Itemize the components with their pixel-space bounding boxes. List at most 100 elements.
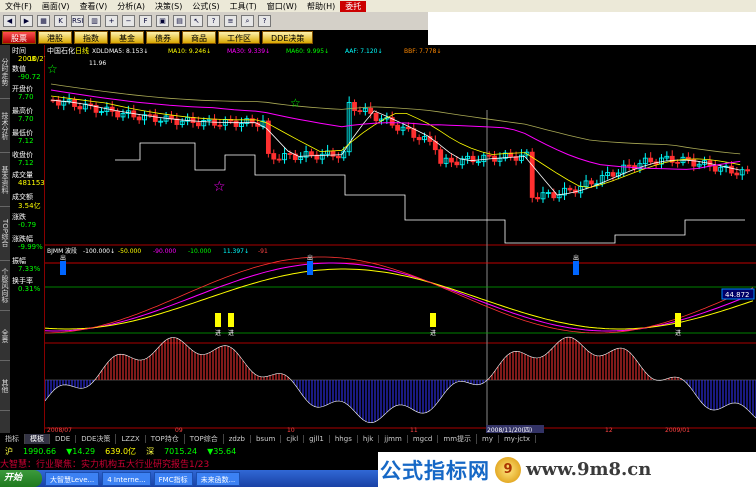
indicator-tab-8[interactable]: bsum xyxy=(251,435,282,443)
tab-2[interactable]: 指数 xyxy=(74,31,108,44)
side-tab-6[interactable]: 其他 xyxy=(0,361,10,411)
menu-item-8[interactable]: 帮助(H) xyxy=(302,1,340,12)
menu-item-0[interactable]: 文件(F) xyxy=(0,1,37,12)
menu-bar: 文件(F) 画面(V) 查看(V) 分析(A) 决策(S) 公式(S) 工具(T) 窗口(W)… xyxy=(0,0,756,12)
menu-item-3[interactable]: 分析(A) xyxy=(112,1,150,12)
info-value: 481153 xyxy=(18,179,45,187)
menu-item-6[interactable]: 工具(T) xyxy=(225,1,262,12)
indicator-tab-17[interactable]: my-jctx xyxy=(499,435,537,443)
indicator-tab-1[interactable]: 模板 xyxy=(25,434,50,444)
candle-72 xyxy=(438,146,444,167)
zoom-out-icon[interactable]: − xyxy=(122,15,135,27)
taskbar-item-0[interactable]: 大智慧Leve... xyxy=(45,471,100,486)
indicator-tab-15[interactable]: mm提示 xyxy=(438,434,478,444)
signal-label-0: 出 xyxy=(60,254,66,262)
side-tab-1[interactable]: 技术分析 xyxy=(0,99,10,153)
watermark-coin-logo: 9 xyxy=(495,456,521,483)
search-icon[interactable]: ⌕ xyxy=(241,15,254,27)
signal-label-4: 进 xyxy=(228,329,234,337)
sh-market-label: 沪 xyxy=(5,446,13,456)
indicator-tab-0[interactable]: 指标 xyxy=(0,434,25,444)
indicator-tabs: 指标 模板 DDE DDE决策 LZZX TOP持仓 TOP综合 zdzb bsum cjkl gj… xyxy=(0,433,756,445)
screen-icon[interactable]: ▣ xyxy=(156,15,169,27)
indicator-tab-3[interactable]: DDE决策 xyxy=(76,434,117,444)
indicator-tab-6[interactable]: TOP综合 xyxy=(185,434,224,444)
taskbar-item-1[interactable]: 4 Interne... xyxy=(102,471,151,486)
star-marker-left: ☆ xyxy=(47,62,58,76)
pointer-icon[interactable]: ↖ xyxy=(190,15,203,27)
info-value: 0.31% xyxy=(18,285,41,293)
indicator-tab-2[interactable]: DDE xyxy=(50,435,77,443)
grid-icon[interactable]: ▦ xyxy=(37,15,50,27)
calc-icon[interactable]: ≡ xyxy=(224,15,237,27)
side-tab-2[interactable]: 基本资料 xyxy=(0,153,10,207)
side-tab-4[interactable]: 个股风向标 xyxy=(0,261,10,311)
indicator-tab-7[interactable]: zdzb xyxy=(224,435,251,443)
menu-item-1[interactable]: 画面(V) xyxy=(37,1,75,12)
help-icon[interactable]: ? xyxy=(258,15,271,27)
indicator-tab-12[interactable]: hjk xyxy=(358,435,380,443)
tab-1[interactable]: 港股 xyxy=(38,31,72,44)
side-tab-3[interactable]: TOP综合 xyxy=(0,207,10,261)
indicator-tab-5[interactable]: TOP持仓 xyxy=(146,434,185,444)
sh-index-change: ▼14.29 xyxy=(66,446,96,456)
osc-right-value: 44.872 xyxy=(725,291,750,299)
info-value: 7.12 xyxy=(18,159,34,167)
tab-6[interactable]: 工作区 xyxy=(218,31,260,44)
tab-7[interactable]: DDE决策 xyxy=(262,31,314,44)
signal-marker-2 xyxy=(573,261,579,275)
signal-label-3: 进 xyxy=(215,329,221,337)
menu-item-9[interactable]: 委托 xyxy=(340,0,367,12)
toolbar: ◀ ▶ ▦ K RSI ▥ + − F ▣ ▤ ↖? ≡ ⌕? xyxy=(0,12,428,30)
taskbar-item-2[interactable]: FMC指标 xyxy=(153,471,193,486)
taskbar-item-3[interactable]: 未来函数... xyxy=(195,471,241,486)
indicator-tab-11[interactable]: hhgs xyxy=(330,435,358,443)
indicator-tab-14[interactable]: mgcd xyxy=(408,435,439,443)
ma-label-5: BBF: 7.778↓ xyxy=(404,48,441,55)
menu-item-2[interactable]: 查看(V) xyxy=(75,1,113,12)
back-icon[interactable]: ◀ xyxy=(3,15,16,27)
side-tab-5[interactable]: 全景 xyxy=(0,311,10,361)
tab-5[interactable]: 商品 xyxy=(182,31,216,44)
news-ticker[interactable]: 大智慧：行业聚焦：实力机构五大行业研究报告1/23 xyxy=(0,457,420,470)
menu-item-7[interactable]: 窗口(W) xyxy=(262,1,302,12)
kline-icon[interactable]: K xyxy=(54,15,67,27)
stock-chart[interactable]: 中国石化 日线 XDLD MA5: 8.153↓ MA10: 9.246↓ MA30: 9… xyxy=(45,45,756,433)
osc-level-2: -90.000 xyxy=(153,248,176,255)
indicator-tab-13[interactable]: jjmm xyxy=(379,435,408,443)
windows-taskbar: 开始 大智慧Leve... 4 Interne... FMC指标 未来函数... xyxy=(0,470,420,487)
start-button[interactable]: 开始 xyxy=(0,470,42,487)
forward-icon[interactable]: ▶ xyxy=(20,15,33,27)
info-value: -90.72 xyxy=(18,73,41,81)
bar-chart-icon[interactable]: ▥ xyxy=(88,15,101,27)
menu-item-4[interactable]: 决策(S) xyxy=(150,1,187,12)
signal-marker-6 xyxy=(675,313,681,327)
osc-level-3: -10.000 xyxy=(188,248,211,255)
market-tab-row: 股票 港股 指数 基金 债券 商品 工作区 DDE决策 xyxy=(0,30,428,45)
f10-icon[interactable]: F xyxy=(139,15,152,27)
signal-label-6: 进 xyxy=(675,329,681,337)
watermark-site-name: 公式指标网 xyxy=(380,458,490,483)
watermark-url: www.9m8.cn xyxy=(526,459,652,480)
tile-icon[interactable]: ▤ xyxy=(173,15,186,27)
side-tab-0[interactable]: 分时走势 xyxy=(0,45,10,99)
sh-amount: 639.0亿 xyxy=(105,446,137,456)
rsi-icon[interactable]: RSI xyxy=(71,15,84,27)
info-value: -9.99% xyxy=(18,243,43,251)
indicator-tab-9[interactable]: cjkl xyxy=(281,435,305,443)
indicator-tab-4[interactable]: LZZX xyxy=(116,435,146,443)
sh-index-value: 1990.66 xyxy=(23,446,57,456)
info-value: 7.70 xyxy=(18,93,34,101)
tab-0[interactable]: 股票 xyxy=(2,31,36,44)
period-label: 日线 xyxy=(75,46,89,55)
zoom-in-icon[interactable]: + xyxy=(105,15,118,27)
indicator-tab-10[interactable]: gjll1 xyxy=(304,435,330,443)
news-icon[interactable]: ? xyxy=(207,15,220,27)
index-quote-bar: 沪 1990.66 ▼14.29 639.0亿 深 7015.24 ▼35.64 xyxy=(0,445,420,457)
tab-3[interactable]: 基金 xyxy=(110,31,144,44)
tab-4[interactable]: 债券 xyxy=(146,31,180,44)
osc-level-4: 11.397↓ xyxy=(223,248,249,255)
ma-label-1: MA10: 9.246↓ xyxy=(168,48,211,55)
indicator-tab-16[interactable]: my xyxy=(477,435,499,443)
menu-item-5[interactable]: 公式(S) xyxy=(187,1,224,12)
